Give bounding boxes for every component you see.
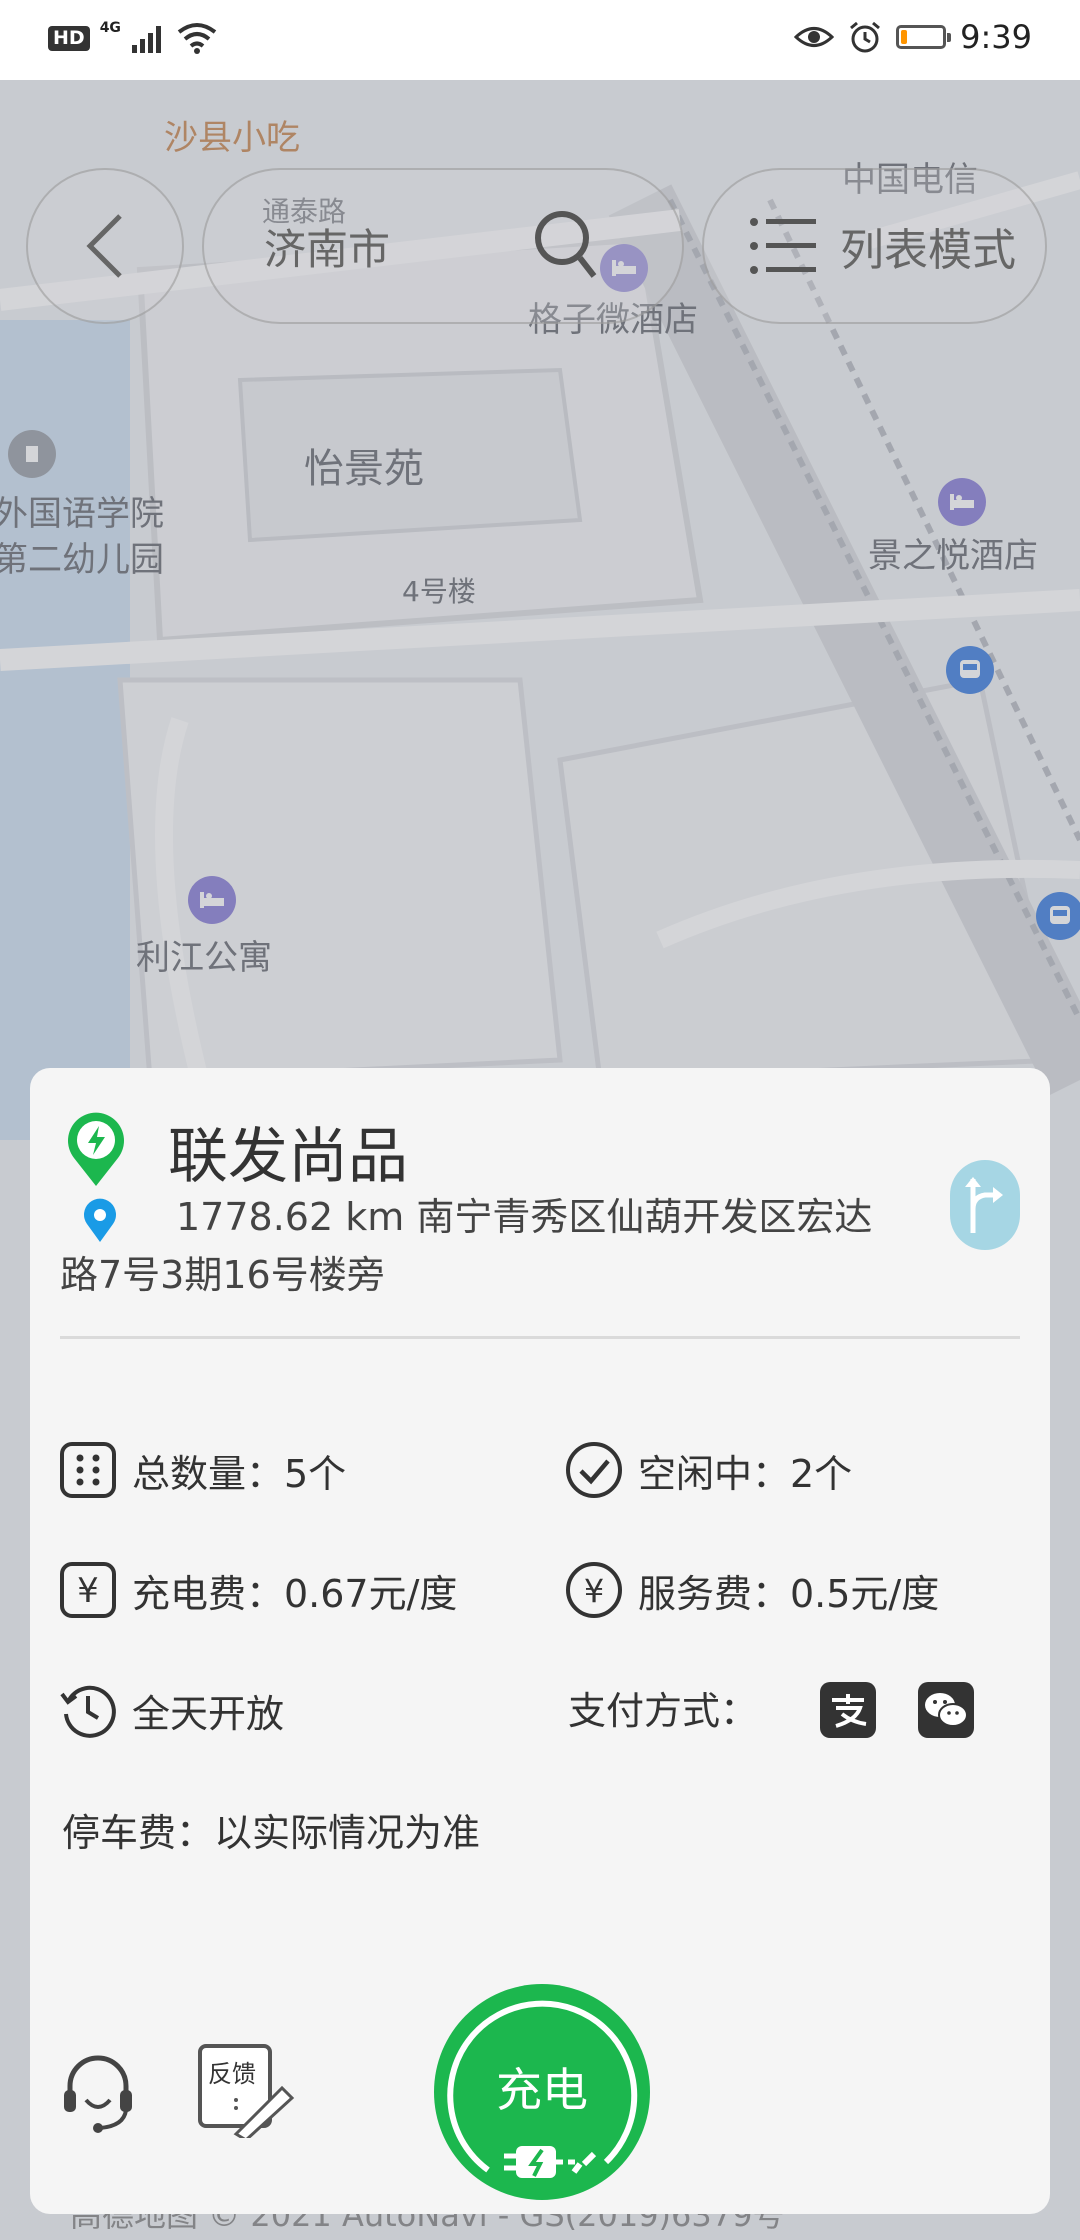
history-clock-icon	[58, 1680, 118, 1740]
charge-fee-row: ¥ 充电费：0.67元/度	[58, 1560, 457, 1620]
clock: 9:39	[960, 18, 1032, 56]
check-circle-icon	[564, 1440, 624, 1500]
city-name[interactable]: 济南市	[264, 216, 390, 277]
customer-service-button[interactable]	[58, 2048, 138, 2142]
alipay-icon	[820, 1682, 876, 1738]
status-right: 9:39	[794, 18, 1032, 56]
battery-level	[901, 30, 908, 44]
yuan-square-icon: ¥	[58, 1560, 118, 1620]
svg-text:¥: ¥	[584, 1572, 604, 1610]
parking-fee-row: 停车费：以实际情况为准	[62, 1802, 480, 1857]
open-hours-text: 全天开放	[132, 1691, 285, 1736]
chevron-left-icon	[86, 214, 122, 278]
idle-count-text: 空闲中：2个	[638, 1451, 853, 1496]
open-hours-row: 全天开放	[58, 1680, 284, 1740]
feedback-label: 反馈	[208, 2060, 256, 2088]
status-left: HD 4G	[48, 20, 217, 54]
eye-icon	[794, 27, 835, 47]
charge-button-label: 充电	[496, 2063, 588, 2117]
charge-fee-text: 充电费：0.67元/度	[132, 1571, 458, 1616]
list-mode-label: 列表模式	[840, 225, 1016, 276]
plug-icon	[504, 2146, 580, 2178]
service-fee-text: 服务费：0.5元/度	[638, 1571, 940, 1616]
navigation-arrow-icon	[965, 1177, 1003, 1233]
station-name: 联发尚品	[168, 1122, 408, 1192]
alarm-icon	[850, 21, 881, 53]
wifi-icon	[177, 23, 217, 54]
station-address: 1778.62 km 南宁青秀区仙葫开发区宏达路7号3期16号楼旁	[60, 1195, 873, 1297]
service-fee-row: ¥ 服务费：0.5元/度	[564, 1560, 939, 1620]
list-icon	[750, 218, 816, 274]
feedback-button[interactable]: 反馈	[196, 2042, 296, 2142]
search-icon[interactable]	[532, 206, 602, 286]
idle-count-row: 空闲中：2个	[564, 1440, 852, 1500]
hd-badge: HD	[48, 25, 90, 51]
list-mode-button[interactable]: 列表模式	[702, 168, 1047, 324]
back-button[interactable]	[26, 168, 184, 324]
signal-icon	[131, 26, 161, 53]
charging-station-pin-icon	[68, 1112, 125, 1186]
navigate-button[interactable]	[950, 1160, 1020, 1250]
total-count-text: 总数量：5个	[132, 1451, 347, 1496]
divider	[60, 1336, 1020, 1339]
svg-text:¥: ¥	[77, 1571, 99, 1611]
headset-icon	[64, 2055, 132, 2133]
wechat-pay-icon	[918, 1682, 974, 1738]
payment-row: 支付方式：	[568, 1680, 758, 1735]
grid-icon	[58, 1440, 118, 1500]
network-type: 4G	[99, 20, 121, 36]
battery-icon	[896, 25, 952, 49]
status-bar: HD 4G 9:39	[0, 0, 1080, 80]
station-card: 联发尚品 1778.62 km 南宁青秀区仙葫开发区宏达路7号3期16号楼旁 总…	[30, 1068, 1050, 2214]
parking-fee-text: 停车费：以实际情况为准	[62, 1811, 481, 1855]
yuan-circle-icon: ¥	[564, 1560, 624, 1620]
total-count-row: 总数量：5个	[58, 1440, 346, 1500]
charge-button[interactable]: 充电	[434, 1984, 650, 2200]
payment-label: 支付方式：	[568, 1689, 759, 1733]
city-search-bar[interactable]: 济南市	[202, 168, 684, 324]
